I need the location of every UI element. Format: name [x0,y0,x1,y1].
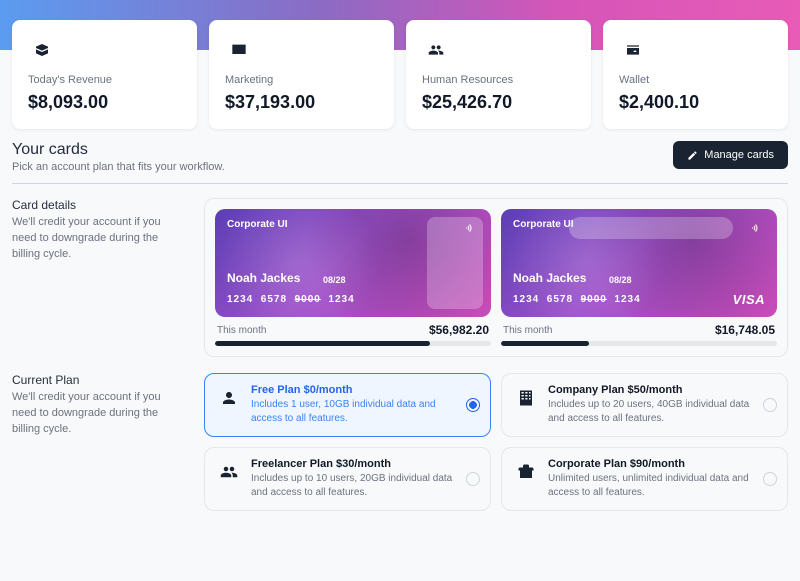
stat-icon [619,36,647,64]
building-icon [514,386,538,410]
stat-card[interactable]: Human Resources $25,426.70 [406,20,591,129]
plan-radio[interactable] [763,398,777,412]
card-details-row: Card details We'll credit your account i… [12,198,788,357]
plan-card[interactable]: Company Plan $50/month Includes up to 20… [501,373,788,437]
card-month-value: $56,982.20 [429,323,489,337]
card-month-label: This month [217,325,266,336]
plan-description: Includes up to 10 users, 20GB individual… [251,472,460,500]
card-number: 1234 6578 9000 1234 [513,294,641,305]
card-footer: This month $16,748.05 [501,317,777,337]
stat-label: Human Resources [422,74,575,86]
credit-card-block: Corporate UI Noah Jackes 08/28 1234 6578… [501,209,777,346]
section-header: Your cards Pick an account plan that fit… [12,141,788,184]
stat-icon [225,36,253,64]
credit-cards-container: Corporate UI Noah Jackes 08/28 1234 6578… [204,198,788,357]
manage-cards-label: Manage cards [704,149,774,161]
your-cards-section: Your cards Pick an account plan that fit… [0,129,800,511]
card-details-desc: We'll credit your account if you need to… [12,215,186,263]
credit-card-block: Corporate UI Noah Jackes 08/28 1234 6578… [215,209,491,346]
stat-value: $37,193.00 [225,92,378,113]
card-holder-name: Noah Jackes [513,271,586,285]
plan-title: Free Plan $0/month [251,384,460,396]
plan-radio[interactable] [466,472,480,486]
card-details-title: Card details [12,198,186,212]
current-plan-title: Current Plan [12,373,186,387]
progress-bar [215,341,491,346]
plan-card[interactable]: Free Plan $0/month Includes 1 user, 10GB… [204,373,491,437]
stat-card[interactable]: Wallet $2,400.10 [603,20,788,129]
plan-title: Freelancer Plan $30/month [251,458,460,470]
card-month-value: $16,748.05 [715,323,775,337]
card-holder-name: Noah Jackes [227,271,300,285]
credit-card[interactable]: Corporate UI Noah Jackes 08/28 1234 6578… [215,209,491,317]
users-icon [217,460,241,484]
card-footer: This month $56,982.20 [215,317,491,337]
stat-label: Marketing [225,74,378,86]
current-plan-desc: We'll credit your account if you need to… [12,390,186,438]
section-subtitle: Pick an account plan that fits your work… [12,161,225,173]
stat-label: Today's Revenue [28,74,181,86]
card-month-label: This month [503,325,552,336]
plan-radio[interactable] [466,398,480,412]
plan-title: Corporate Plan $90/month [548,458,757,470]
stat-value: $8,093.00 [28,92,181,113]
section-title: Your cards [12,141,225,159]
plans-grid: Free Plan $0/month Includes 1 user, 10GB… [204,373,788,511]
stat-card[interactable]: Marketing $37,193.00 [209,20,394,129]
stat-icon [422,36,450,64]
plan-description: Includes 1 user, 10GB individual data an… [251,398,460,426]
card-expiry: 08/28 [609,275,632,285]
stat-value: $25,426.70 [422,92,575,113]
manage-cards-button[interactable]: Manage cards [673,141,788,169]
briefcase-icon [514,460,538,484]
card-brand: Corporate UI [227,219,479,230]
progress-bar [501,341,777,346]
plan-title: Company Plan $50/month [548,384,757,396]
stats-row: Today's Revenue $8,093.00 Marketing $37,… [0,20,800,129]
card-expiry: 08/28 [323,275,346,285]
plan-description: Unlimited users, unlimited individual da… [548,472,757,500]
stat-icon [28,36,56,64]
plan-card[interactable]: Freelancer Plan $30/month Includes up to… [204,447,491,511]
plan-card[interactable]: Corporate Plan $90/month Unlimited users… [501,447,788,511]
current-plan-row: Current Plan We'll credit your account i… [12,373,788,511]
plan-radio[interactable] [763,472,777,486]
card-number: 1234 6578 9000 1234 [227,294,355,305]
stat-value: $2,400.10 [619,92,772,113]
user-icon [217,386,241,410]
stat-label: Wallet [619,74,772,86]
plan-description: Includes up to 20 users, 40GB individual… [548,398,757,426]
card-brand: Corporate UI [513,219,765,230]
credit-card[interactable]: Corporate UI Noah Jackes 08/28 1234 6578… [501,209,777,317]
stat-card[interactable]: Today's Revenue $8,093.00 [12,20,197,129]
visa-logo: VISA [733,292,765,307]
pencil-icon [687,150,698,161]
